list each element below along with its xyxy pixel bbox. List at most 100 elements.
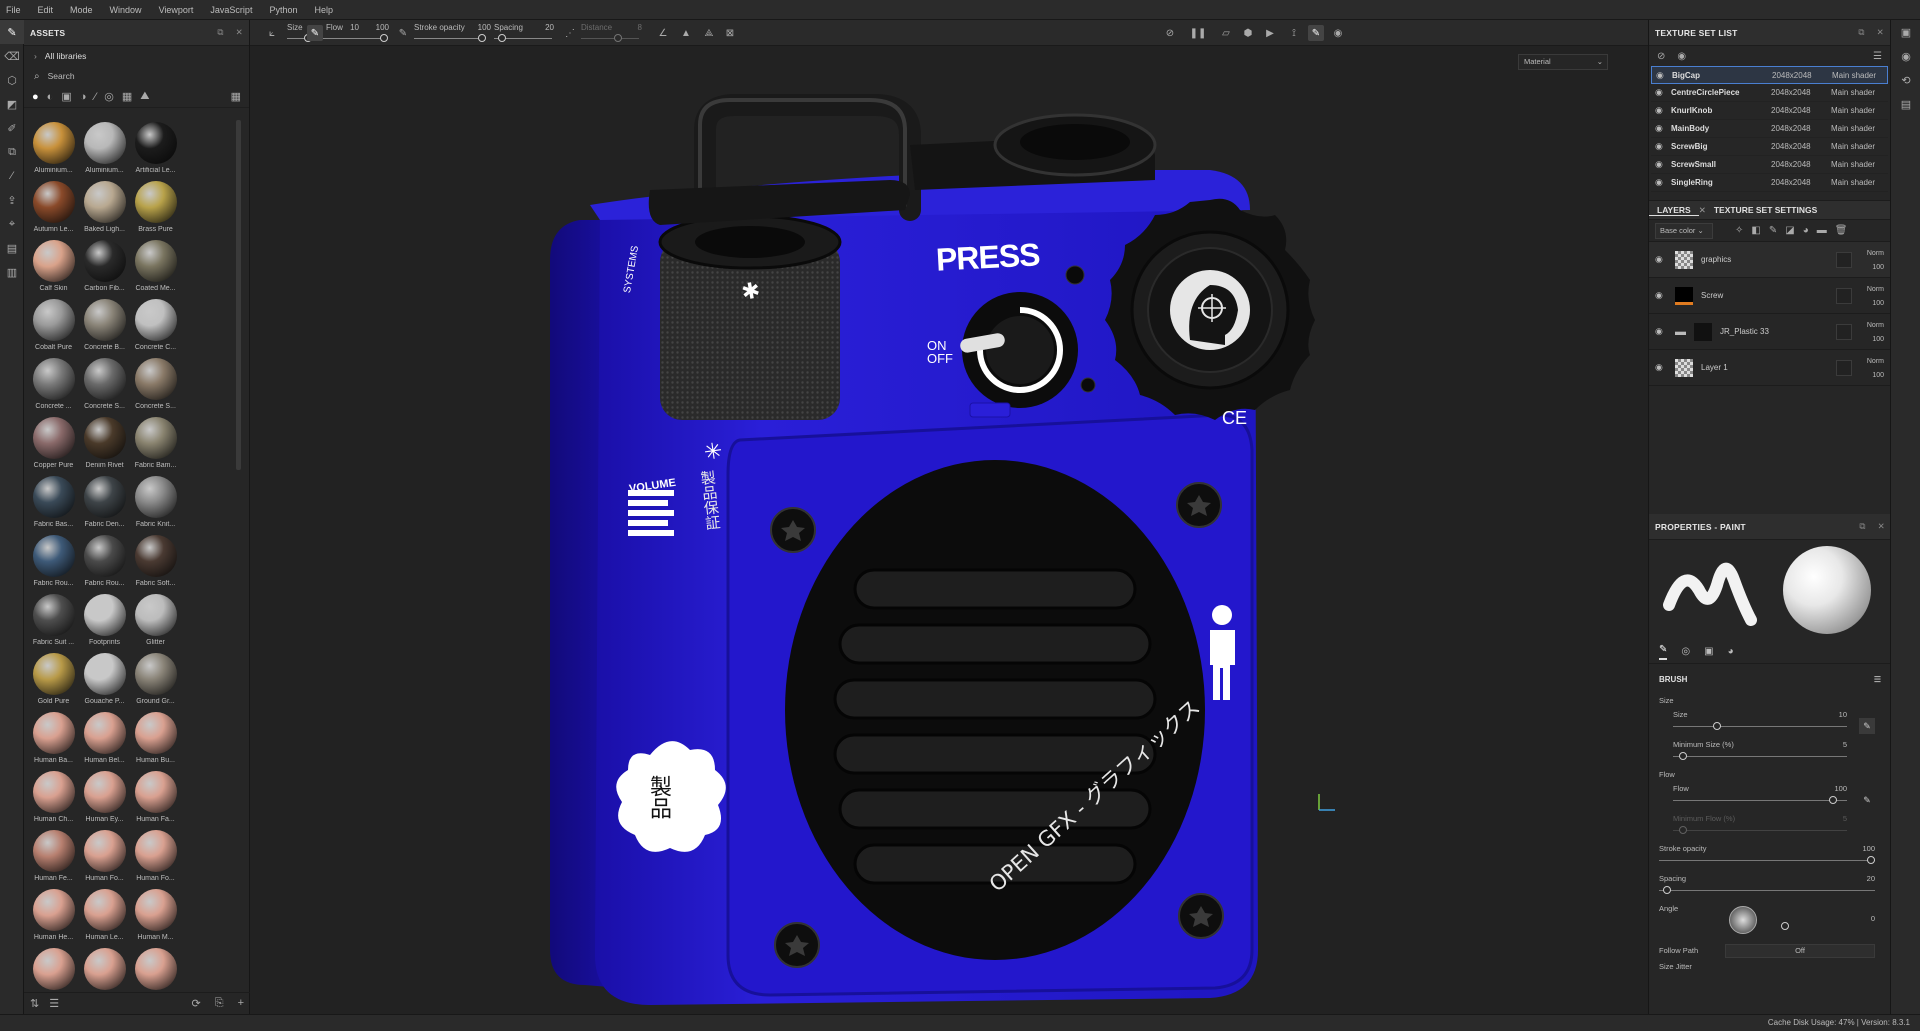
close-icon[interactable]: ✕ [236, 27, 243, 38]
assets-scrollbar[interactable] [236, 120, 241, 470]
asset-tile[interactable]: Human Bu... [130, 712, 181, 767]
asset-tile[interactable]: Ground Gr... [130, 653, 181, 708]
eye-icon[interactable]: ◉ [1655, 326, 1671, 337]
asset-tile[interactable]: Aluminium... [28, 122, 79, 177]
pen-pressure-icon[interactable]: ✎ [1859, 792, 1875, 808]
asset-search[interactable]: ⌕ Search [24, 66, 249, 86]
more-tools-icon[interactable]: ▥ [0, 260, 24, 284]
min-flow-slider[interactable]: Minimum Flow (%) 5 [1659, 812, 1881, 842]
eye-icon[interactable]: ◉ [1655, 177, 1671, 188]
polygon-fill-icon[interactable]: ◩ [0, 92, 24, 116]
textures-filter-icon[interactable]: ▣ [61, 90, 71, 103]
asset-tile[interactable]: Concrete C... [130, 299, 181, 354]
asset-tile[interactable]: Fabric Soft... [130, 535, 181, 590]
display-settings-icon[interactable]: ◉ [1891, 44, 1920, 68]
menu-icon[interactable]: ☰ [1873, 51, 1882, 62]
clone-tool-icon[interactable]: ⧉ [0, 140, 24, 164]
add-icon[interactable]: + [238, 997, 244, 1010]
asset-tile[interactable]: Human Fo... [130, 830, 181, 885]
import-icon[interactable]: ⎘ [215, 997, 224, 1010]
grid-view-icon[interactable]: ▦ [231, 90, 241, 103]
alpha-tab-icon[interactable]: ◎ [1681, 646, 1690, 657]
close-icon[interactable]: ✕ [1699, 205, 1706, 216]
close-icon[interactable]: ✕ [1878, 521, 1885, 532]
min-size-slider[interactable]: Minimum Size (%) 5 [1659, 738, 1881, 768]
library-selector[interactable]: › All libraries [24, 46, 249, 66]
layer-opacity[interactable]: 100 [1867, 261, 1884, 275]
menu-item-window[interactable]: Window [110, 5, 142, 15]
asset-tile[interactable]: Human M... [130, 889, 181, 944]
brushes-filter-icon[interactable]: ⁄ [94, 91, 96, 103]
tab-layers[interactable]: LAYERS [1649, 205, 1699, 216]
asset-tile[interactable]: Calf Skin [28, 240, 79, 295]
smudge-tool-icon[interactable]: ✐ [0, 116, 24, 140]
measure-icon[interactable]: ⌖ [0, 212, 24, 236]
add-smart-icon[interactable]: ◕ [1803, 225, 1809, 236]
texture-set-row[interactable]: ◉ ScrewBig 2048x2048 Main shader [1651, 138, 1888, 156]
pen-pressure-icon[interactable]: ✎ [1859, 718, 1875, 734]
layer-opacity[interactable]: 100 [1867, 369, 1884, 383]
eye-icon[interactable]: ◉ [1655, 141, 1671, 152]
size-slider[interactable]: Size 10 ✎ [1659, 708, 1881, 738]
texture-set-row[interactable]: ◉ MainBody 2048x2048 Main shader [1651, 120, 1888, 138]
environments-filter-icon[interactable]: ⛰ [140, 90, 149, 103]
bake-icon[interactable]: ⇪ [0, 188, 24, 212]
texture-set-row[interactable]: ◉ CentreCirclePiece 2048x2048 Main shader [1651, 84, 1888, 102]
asset-tile[interactable]: Carbon Fib... [79, 240, 130, 295]
tab-texture-set-settings[interactable]: TEXTURE SET SETTINGS [1706, 205, 1825, 215]
flow-slider[interactable]: Flow 100 ✎ [1659, 782, 1881, 812]
stencil-tab-icon[interactable]: ▣ [1704, 646, 1713, 657]
asset-tile[interactable]: Footprints [79, 594, 130, 649]
channel-select[interactable]: Base color ⌄ [1655, 222, 1713, 239]
asset-tile[interactable]: Fabric Rou... [79, 535, 130, 590]
history-icon[interactable]: ⟲ [1891, 68, 1920, 92]
log-icon[interactable]: ▤ [1891, 92, 1920, 116]
menu-item-edit[interactable]: Edit [38, 5, 54, 15]
layer-blend-mode[interactable]: Norm [1867, 319, 1884, 333]
eye-icon[interactable]: ◉ [1655, 362, 1671, 373]
smart-materials-filter-icon[interactable]: ◐ [47, 91, 54, 103]
menu-item-mode[interactable]: Mode [70, 5, 93, 15]
asset-tile[interactable]: Concrete B... [79, 299, 130, 354]
asset-tile[interactable]: Human He... [28, 889, 79, 944]
asset-tile[interactable]: Human Fa... [130, 771, 181, 826]
stroke-opacity-slider[interactable]: Stroke opacity 100 [1659, 842, 1881, 872]
asset-tile[interactable]: Concrete ... [28, 358, 79, 413]
hide-all-icon[interactable]: ⊘ [1657, 51, 1665, 62]
asset-tile[interactable]: Cobalt Pure [28, 299, 79, 354]
asset-tile[interactable]: Denim Rivet [79, 417, 130, 472]
menu-icon[interactable]: ☰ [1874, 675, 1881, 684]
delete-layer-icon[interactable]: 🗑 [1835, 225, 1848, 236]
filters-filter-icon[interactable]: ◑ [80, 91, 87, 103]
asset-tile[interactable]: Baked Ligh... [79, 181, 130, 236]
layer-opacity[interactable]: 100 [1867, 333, 1884, 347]
layer-row[interactable]: ◉ Layer 1 Norm 100 [1649, 350, 1890, 386]
asset-tile[interactable]: Brass Pure [130, 181, 181, 236]
eye-icon[interactable]: ◉ [1655, 123, 1671, 134]
asset-tile[interactable]: Autumn Le... [28, 181, 79, 236]
layer-opacity[interactable]: 100 [1867, 297, 1884, 311]
float-icon[interactable]: ⧉ [1859, 521, 1865, 532]
layer-row[interactable]: ◉ Screw Norm 100 [1649, 278, 1890, 314]
add-effect-icon[interactable]: ✧ [1735, 225, 1743, 236]
asset-tile[interactable]: Human Ey... [79, 771, 130, 826]
visibility-icon[interactable]: ◉ [1677, 51, 1686, 62]
menu-item-help[interactable]: Help [314, 5, 333, 15]
asset-tile[interactable]: Copper Pure [28, 417, 79, 472]
asset-tile[interactable]: Fabric Knit... [130, 476, 181, 531]
add-paint-layer-icon[interactable]: ✎ [1769, 225, 1777, 236]
close-icon[interactable]: ✕ [1877, 27, 1884, 38]
asset-tile[interactable]: Fabric Rou... [28, 535, 79, 590]
add-fill-layer-icon[interactable]: ◪ [1785, 225, 1794, 236]
eye-icon[interactable]: ◉ [1655, 105, 1671, 116]
follow-path-toggle[interactable]: Off [1725, 944, 1875, 958]
asset-tile[interactable]: Glitter [130, 594, 181, 649]
asset-tile[interactable]: Fabric Bam... [130, 417, 181, 472]
layer-blend-mode[interactable]: Norm [1867, 247, 1884, 261]
texture-set-row[interactable]: ◉ ScrewSmall 2048x2048 Main shader [1651, 156, 1888, 174]
menu-item-file[interactable]: File [6, 5, 21, 15]
float-icon[interactable]: ⧉ [1858, 27, 1864, 38]
layer-blend-mode[interactable]: Norm [1867, 283, 1884, 297]
asset-tile[interactable]: Concrete S... [79, 358, 130, 413]
eye-icon[interactable]: ◉ [1655, 159, 1671, 170]
